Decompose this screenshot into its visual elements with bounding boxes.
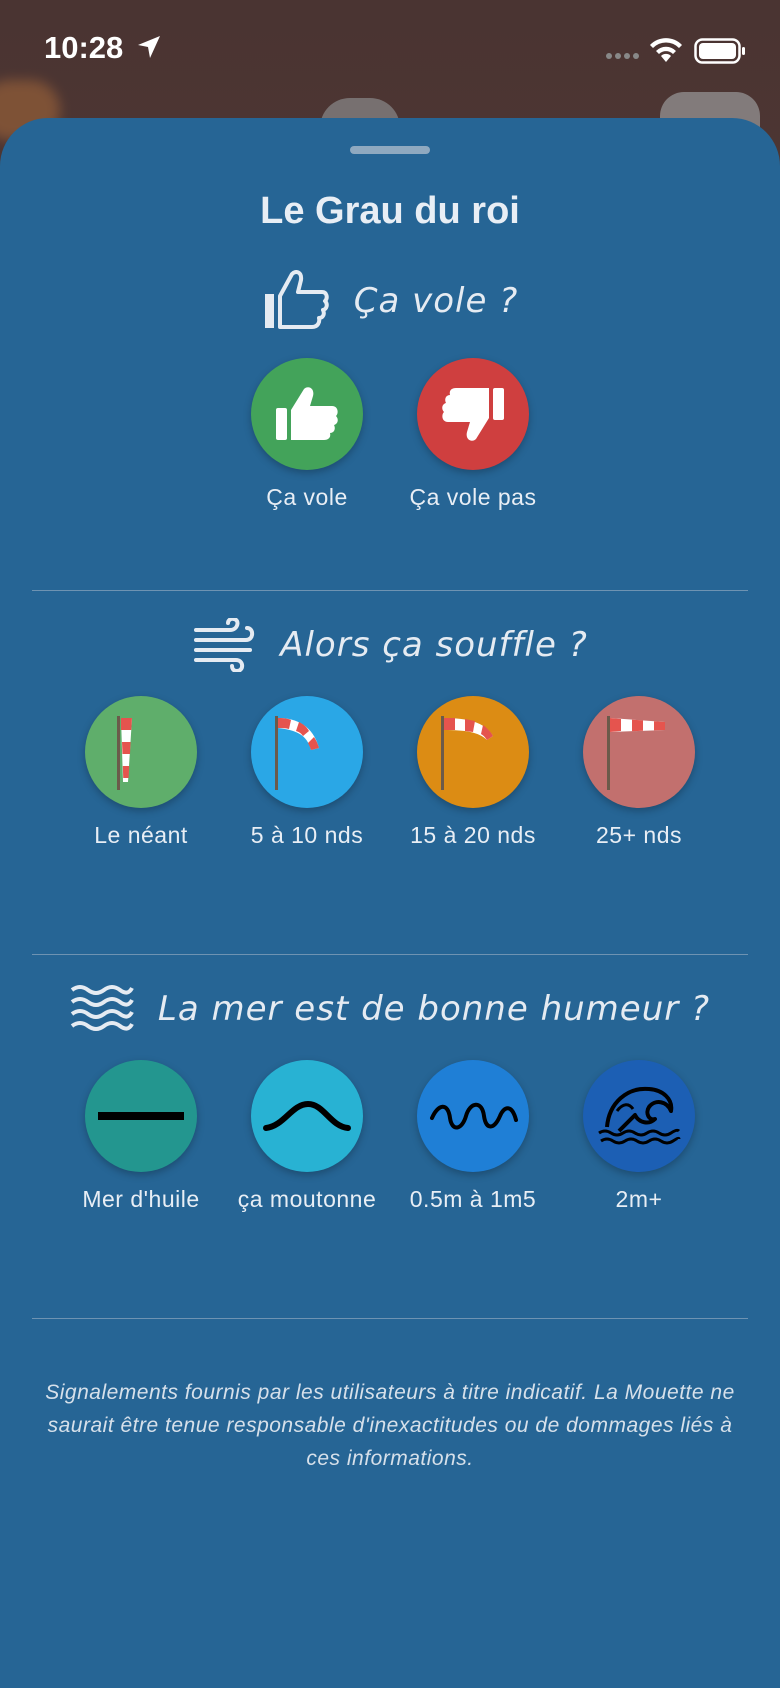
wifi-icon (650, 38, 682, 62)
disclaimer-text: Signalements fournis par les utilisateur… (45, 1381, 735, 1470)
choice-mer-huile[interactable]: Mer d'huile (71, 1060, 211, 1216)
choice-circle[interactable] (417, 696, 529, 808)
choice-circle[interactable] (417, 358, 529, 470)
wind-heading: Alors ça souffle ? (280, 625, 588, 665)
section-divider (32, 590, 748, 591)
choice-label: Ça vole (266, 484, 348, 510)
big-wave-icon (598, 1086, 681, 1145)
section-divider (32, 1318, 748, 1319)
choice-label: 25+ nds (596, 822, 682, 848)
windsock-medium-icon (441, 716, 493, 790)
sea-heading: La mer est de bonne humeur ? (157, 989, 711, 1029)
choice-label: Mer d'huile (82, 1186, 200, 1212)
choice-label: 15 à 20 nds (410, 822, 536, 848)
status-time: 10:28 (44, 30, 124, 65)
choice-circle[interactable] (583, 1060, 695, 1172)
choice-circle[interactable] (251, 1060, 363, 1172)
battery-icon (694, 38, 745, 64)
thumbs-down-icon (442, 388, 504, 441)
choice-circle[interactable] (85, 696, 197, 808)
choice-2m[interactable]: 2m+ (569, 1060, 709, 1216)
bottom-sheet: Le Grau du roi Ça vole ? Ça vole Ça vole… (0, 118, 780, 1688)
location-arrow-icon (138, 36, 160, 58)
choice-le-neant[interactable]: Le néant (71, 696, 211, 852)
section-divider (32, 954, 748, 955)
choice-15-20-nds[interactable]: 15 à 20 nds (403, 696, 543, 852)
flying-heading: Ça vole ? (353, 281, 519, 321)
choice-circle[interactable] (417, 1060, 529, 1172)
choice-circle[interactable] (85, 1060, 197, 1172)
choice-circle[interactable] (583, 696, 695, 808)
windsock-limp-icon (117, 716, 132, 790)
choice-05-1m5[interactable]: 0.5m à 1m5 (403, 1060, 543, 1216)
windsock-full-icon (607, 716, 665, 790)
thumbs-up-icon (276, 387, 338, 440)
choice-25-nds[interactable]: 25+ nds (569, 696, 709, 852)
choice-label: 0.5m à 1m5 (409, 1186, 537, 1212)
choice-label: 5 à 10 nds (250, 822, 364, 848)
choice-5-10-nds[interactable]: 5 à 10 nds (237, 696, 377, 852)
cellular-signal-icon (606, 53, 639, 59)
choice-ca-vole-pas[interactable]: Ça vole pas (403, 358, 543, 514)
waves-icon (70, 985, 134, 1031)
choppy-wave-icon (430, 1102, 518, 1130)
wind-section-header: Alors ça souffle ? (0, 618, 780, 672)
choice-ca-moutonne[interactable]: ça moutonne (237, 1060, 377, 1216)
windsock-light-icon (275, 716, 319, 790)
flying-section-header: Ça vole ? (0, 270, 780, 332)
choice-label: Ça vole pas (409, 484, 537, 510)
small-wave-icon (263, 1100, 351, 1131)
status-bar: 10:28 (0, 0, 780, 100)
sea-section-header: La mer est de bonne humeur ? (0, 982, 780, 1036)
spot-title: Le Grau du roi (260, 190, 520, 232)
choice-circle[interactable] (251, 696, 363, 808)
choice-label: ça moutonne (237, 1186, 377, 1212)
choice-ca-vole[interactable]: Ça vole (237, 358, 377, 514)
choice-label: 2m+ (615, 1186, 663, 1212)
sheet-grabber[interactable] (350, 146, 430, 154)
flat-line-icon (98, 1112, 184, 1120)
choice-label: Le néant (94, 822, 188, 848)
choice-circle[interactable] (251, 358, 363, 470)
wind-icon (194, 618, 255, 672)
thumbs-up-outline-icon (264, 270, 329, 329)
